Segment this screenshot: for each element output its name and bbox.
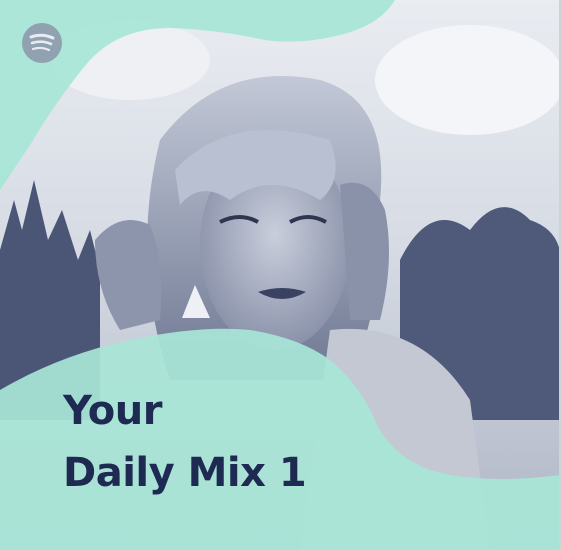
spotify-logo-icon — [22, 23, 62, 63]
playlist-title-line-1: Your — [63, 388, 162, 434]
playlist-cover[interactable]: Your Daily Mix 1 — [0, 0, 561, 550]
hand-shape — [95, 220, 162, 330]
playlist-title: Your Daily Mix 1 — [63, 380, 307, 504]
playlist-title-line-2: Daily Mix 1 — [63, 450, 307, 496]
cloud-shape — [375, 25, 559, 135]
